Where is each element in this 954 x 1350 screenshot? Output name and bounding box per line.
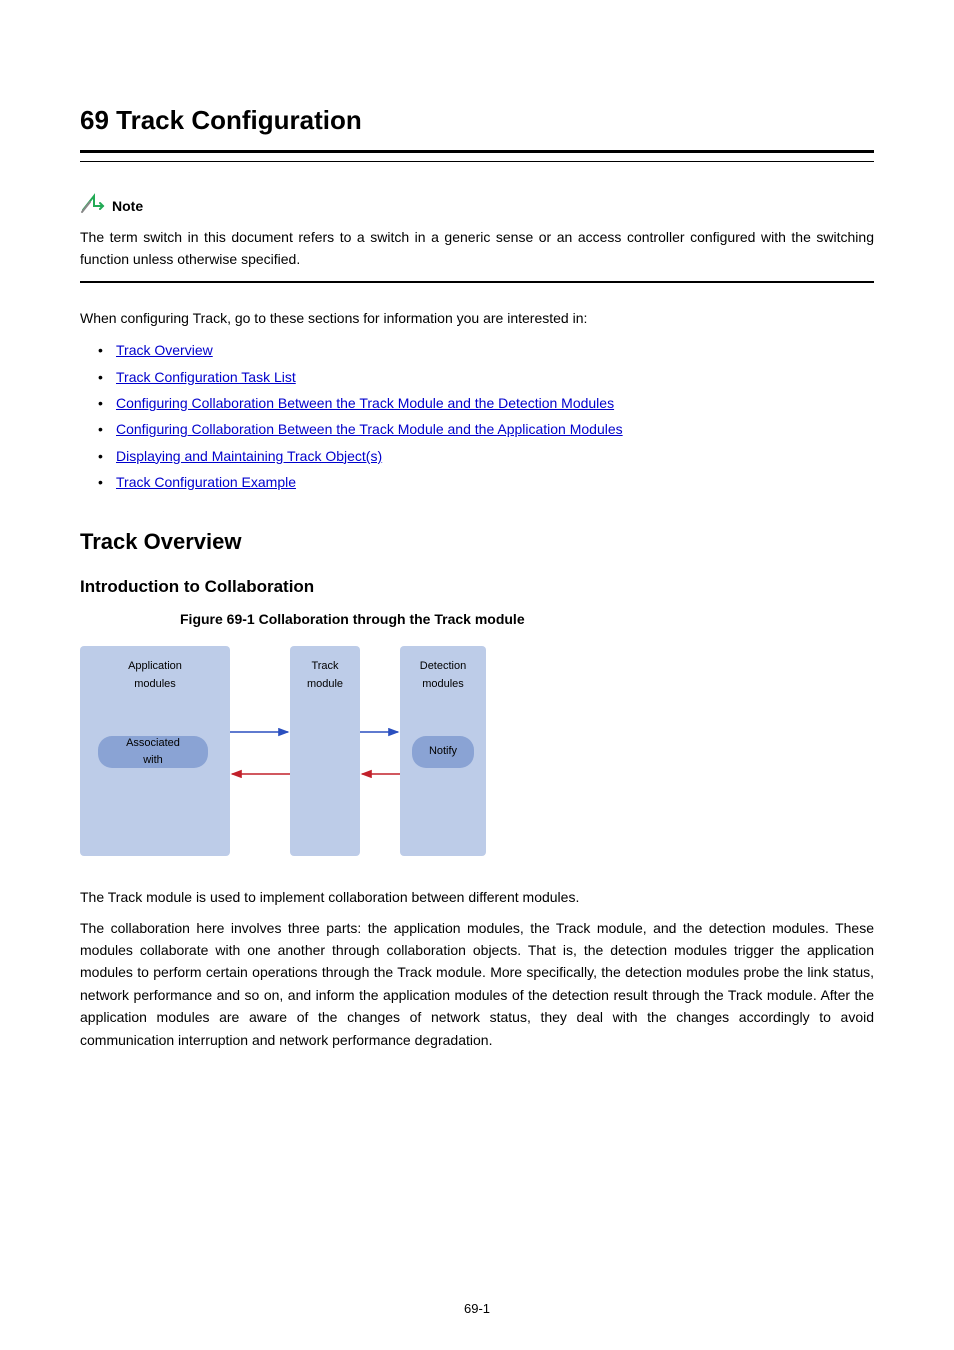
note-block: Note The term switch in this document re… [80, 192, 874, 271]
diagram-arrows [80, 636, 486, 866]
link-track-overview[interactable]: Track Overview [116, 342, 213, 358]
link-display-maintain[interactable]: Displaying and Maintaining Track Object(… [116, 448, 382, 464]
link-collab-detection[interactable]: Configuring Collaboration Between the Tr… [116, 395, 614, 411]
link-collab-application[interactable]: Configuring Collaboration Between the Tr… [116, 421, 623, 437]
figure-caption: Figure 69-1 Collaboration through the Tr… [180, 608, 874, 630]
figure-caption-text: Collaboration through the Track module [259, 611, 525, 627]
chapter-title: 69 Track Configuration [80, 100, 874, 142]
link-list: Track Overview Track Configuration Task … [80, 339, 874, 493]
divider-thin [80, 161, 874, 162]
link-config-example[interactable]: Track Configuration Example [116, 474, 296, 490]
link-task-list[interactable]: Track Configuration Task List [116, 369, 296, 385]
divider-thick [80, 150, 874, 153]
page-number: 69-1 [0, 1299, 954, 1320]
paragraph-1: The Track module is used to implement co… [80, 886, 874, 908]
section-title: Track Overview [80, 524, 874, 559]
note-icon [80, 192, 106, 220]
subsection-title: Introduction to Collaboration [80, 573, 874, 600]
note-divider [80, 281, 874, 283]
intro-text: When configuring Track, go to these sect… [80, 307, 874, 329]
note-body: The term switch in this document refers … [80, 226, 874, 271]
note-label: Note [112, 195, 143, 217]
paragraph-2: The collaboration here involves three pa… [80, 917, 874, 1051]
collaboration-diagram: Application modules Associated with Trac… [80, 636, 486, 866]
figure-caption-prefix: Figure 69-1 [180, 611, 255, 627]
